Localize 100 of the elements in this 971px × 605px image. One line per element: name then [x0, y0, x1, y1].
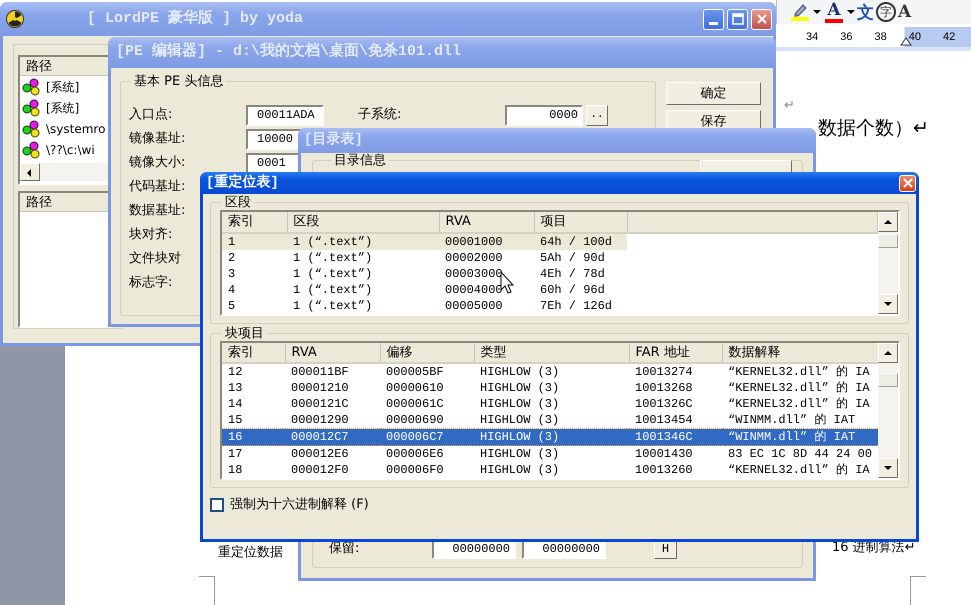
list-cell: 0000121C	[291, 397, 349, 411]
paragraph-mark: ↵	[784, 97, 795, 115]
character-scale-button[interactable]: A	[898, 4, 912, 20]
document-text: 数据个数）↵	[818, 116, 929, 141]
column-header[interactable]: 偏移	[380, 342, 474, 363]
list-row[interactable]: 12 000011BF 000005BF HIGHLOW (3) 10013274 “KERNEL32.dll” 的 IA	[222, 363, 878, 380]
column-header[interactable]: 路径	[20, 193, 110, 212]
list-cell: 1 (“.text”)	[293, 298, 372, 312]
scroll-left-button[interactable]	[20, 163, 40, 181]
checkbox[interactable]	[210, 498, 224, 512]
list-cell: 1001326C	[635, 397, 693, 411]
column-header[interactable]: 项目	[534, 212, 627, 232]
minimize-button[interactable]	[703, 8, 724, 30]
list-row[interactable]: 13 00001210 00000610 HIGHLOW (3) 10013268 “KERNEL32.dll” 的 IA	[222, 380, 878, 396]
ruler-number: 36	[840, 30, 852, 45]
radiation-icon	[6, 10, 24, 28]
phonetic-guide-button[interactable]: 文	[857, 4, 874, 20]
list-cell: 000006E6	[386, 447, 444, 461]
list-cell: 000006C7	[386, 430, 444, 444]
list-cell: 00000690	[386, 413, 444, 427]
field-label: 文件块对	[129, 251, 181, 266]
checkbox-label: 强制为十六进制解释 (F)	[230, 496, 369, 514]
list-cell: 16	[228, 430, 242, 444]
field-label: 代码基址:	[129, 179, 186, 194]
scroll-up-button[interactable]	[878, 212, 898, 232]
column-header[interactable]: 类型	[474, 342, 629, 363]
item-label: [系统]	[46, 78, 80, 96]
list-row[interactable]: 2 1 (“.text”) 00002000 5Ah / 90d	[222, 250, 878, 266]
scroll-down-button[interactable]	[878, 458, 898, 478]
list-cell: 60h / 96d	[540, 282, 605, 296]
ruler-number: 42	[943, 30, 956, 45]
list-cell: HIGHLOW (3)	[480, 365, 560, 379]
vertical-scrollbar[interactable]	[878, 212, 898, 314]
list-row[interactable]: 17 000012E6 000006E6 HIGHLOW (3) 10001430 83 EC 1C 8D 44 24 00	[222, 446, 878, 462]
list-cell: 00000610	[386, 381, 444, 395]
list-item[interactable]: \??\c:\wi	[20, 139, 110, 160]
up-arrow-icon	[882, 217, 894, 227]
column-header[interactable]: FAR 地址	[629, 342, 722, 363]
scroll-thumb[interactable]	[878, 234, 898, 248]
item-label: \??\c:\wi	[46, 142, 95, 158]
item-label: [系统]	[46, 100, 80, 116]
column-header[interactable]: 区段	[287, 212, 439, 232]
column-header[interactable]: RVA	[285, 342, 380, 363]
down-arrow-icon	[882, 463, 894, 473]
scroll-thumb[interactable]	[878, 372, 898, 386]
list-item[interactable]: \systemro	[20, 118, 110, 139]
ruler-number: 40	[908, 30, 921, 45]
text-field[interactable]: 00011ADA	[246, 104, 324, 126]
list-cell: 000012E6	[291, 447, 349, 461]
list-cell: HIGHLOW (3)	[480, 430, 560, 444]
column-header[interactable]: 索引	[222, 212, 287, 232]
enclose-characters-button[interactable]: 字	[876, 2, 896, 22]
list-cell: 1 (“.text”)	[293, 266, 372, 280]
list-row[interactable]: 5 1 (“.text”) 00005000 7Eh / 126d	[222, 298, 878, 314]
list-cell: 2	[228, 250, 236, 264]
close-button[interactable]	[899, 174, 916, 192]
vertical-scrollbar[interactable]	[878, 342, 898, 478]
list-row[interactable]: 16 000012C7 000006C7 HIGHLOW (3) 1001346C “WINMM.dll” 的 IAT	[222, 428, 878, 446]
list-cell: 00001290	[291, 413, 349, 427]
list-row[interactable]: 4 1 (“.text”) 00004000 60h / 96d	[222, 282, 878, 298]
list-cell: 7Eh / 126d	[540, 298, 612, 312]
list-item[interactable]: [系统]	[20, 97, 110, 118]
field-label: 标志字:	[129, 275, 172, 290]
list-cell: 0000061C	[386, 397, 444, 411]
scroll-up-button[interactable]	[878, 342, 898, 362]
dropdown-caret-icon[interactable]	[813, 10, 821, 14]
horizontal-scrollbar[interactable]	[20, 163, 110, 181]
browse-button[interactable]: ..	[586, 104, 608, 126]
close-icon	[902, 178, 912, 188]
column-header[interactable]: RVA	[439, 212, 534, 232]
list-cell: HIGHLOW (3)	[480, 447, 560, 461]
list-cell: 00004000	[445, 282, 503, 296]
list-row[interactable]: 1 1 (“.text”) 00001000 64h / 100d	[222, 232, 878, 250]
close-button[interactable]	[751, 8, 772, 30]
dialog-button[interactable]: 确定	[666, 82, 761, 105]
text-field[interactable]: 0000	[505, 104, 583, 126]
column-header[interactable]: 数据解释	[722, 342, 878, 363]
list-cell: 83 EC 1C 8D 44 24 00	[728, 447, 872, 461]
scroll-down-button[interactable]	[878, 294, 898, 314]
list-cell: 5Ah / 90d	[540, 250, 605, 264]
column-header[interactable]: 路径	[20, 57, 110, 76]
dropdown-caret-icon[interactable]	[847, 10, 855, 14]
list-cell: 000011BF	[291, 365, 349, 379]
column-header[interactable]: 索引	[222, 342, 285, 363]
font-color-button[interactable]: A	[827, 2, 841, 18]
list-row[interactable]: 15 00001290 00000690 HIGHLOW (3) 10013454 “WINMM.dll” 的 IAT	[222, 412, 878, 428]
window-title: [ LordPE 豪华版 ] by yoda	[87, 8, 304, 29]
field-label: 子系统:	[358, 106, 402, 124]
field-label: 入口点:	[129, 107, 172, 122]
list-cell: 10013274	[635, 365, 693, 379]
list-row[interactable]: 14 0000121C 0000061C HIGHLOW (3) 1001326C “KERNEL32.dll” 的 IA	[222, 396, 878, 412]
list-cell: 00001000	[445, 234, 503, 248]
list-row[interactable]: 18 000012F0 000006F0 HIGHLOW (3) 10013260 “KERNEL32.dll” 的 IA	[222, 462, 878, 478]
window-title: [重定位表]	[206, 172, 279, 192]
list-cell: HIGHLOW (3)	[480, 463, 560, 477]
list-cell: 5	[228, 298, 236, 312]
list-item[interactable]: [系统]	[20, 76, 110, 97]
highlighter-icon[interactable]	[792, 3, 808, 17]
maximize-button[interactable]	[727, 8, 748, 30]
list-cell: 00001210	[291, 381, 349, 395]
